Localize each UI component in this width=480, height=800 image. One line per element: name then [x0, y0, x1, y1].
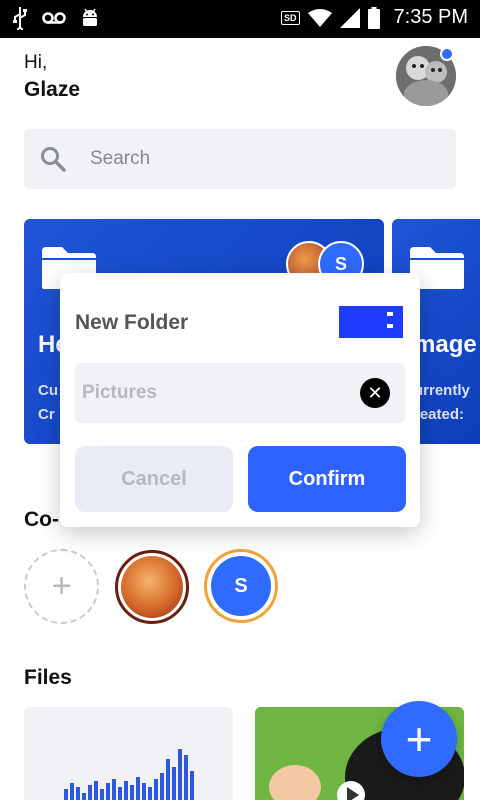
search-icon	[41, 147, 66, 172]
files-title: Files	[24, 666, 72, 689]
search-bar[interactable]	[24, 129, 456, 189]
battery-icon	[367, 6, 380, 29]
folder-name-field[interactable]: ✕	[75, 363, 405, 423]
file-card[interactable]	[24, 707, 233, 800]
plus-icon: +	[405, 713, 433, 765]
redaction-mark	[339, 306, 403, 338]
status-bar: SD 7:35 PM	[0, 0, 480, 38]
greeting: Hi, Glaze	[24, 52, 80, 102]
add-collaborator-button[interactable]: +	[24, 549, 99, 624]
collaborator-avatar[interactable]	[115, 550, 189, 624]
folder-info: reated:	[414, 406, 465, 423]
confirm-button[interactable]: Confirm	[248, 446, 406, 512]
user-name: Glaze	[24, 78, 81, 101]
clock: 7:35 PM	[393, 6, 468, 28]
cancel-button[interactable]: Cancel	[75, 446, 233, 512]
collaborator-avatar[interactable]: S	[204, 549, 278, 623]
new-folder-dialog: New Folder ✕ Cancel Confirm	[60, 273, 420, 527]
usb-icon	[13, 7, 27, 30]
folder-info: Cr	[38, 406, 55, 423]
signal-icon	[339, 7, 360, 28]
fox-avatar-image	[121, 556, 183, 618]
greeting-text: Hi,	[24, 52, 48, 73]
clear-button[interactable]: ✕	[360, 378, 390, 408]
folder-title: mage	[414, 331, 477, 358]
collaborator-initial: S	[211, 556, 271, 616]
folder-info: urrently	[414, 382, 470, 399]
folder-name-input[interactable]	[82, 379, 352, 407]
wifi-icon	[307, 8, 332, 27]
search-input[interactable]	[90, 145, 430, 173]
close-icon: ✕	[367, 382, 383, 403]
notification-dot	[440, 47, 454, 61]
android-icon	[83, 8, 97, 26]
plus-icon: +	[51, 567, 72, 605]
audio-waveform-thumbnail	[64, 737, 194, 800]
dialog-title: New Folder	[75, 311, 189, 334]
voicemail-icon	[42, 12, 66, 24]
add-fab-button[interactable]: +	[381, 701, 457, 777]
folder-info: Cu	[38, 382, 58, 399]
collaborators-title: Co-	[24, 508, 59, 531]
sd-card-icon: SD	[281, 10, 300, 25]
